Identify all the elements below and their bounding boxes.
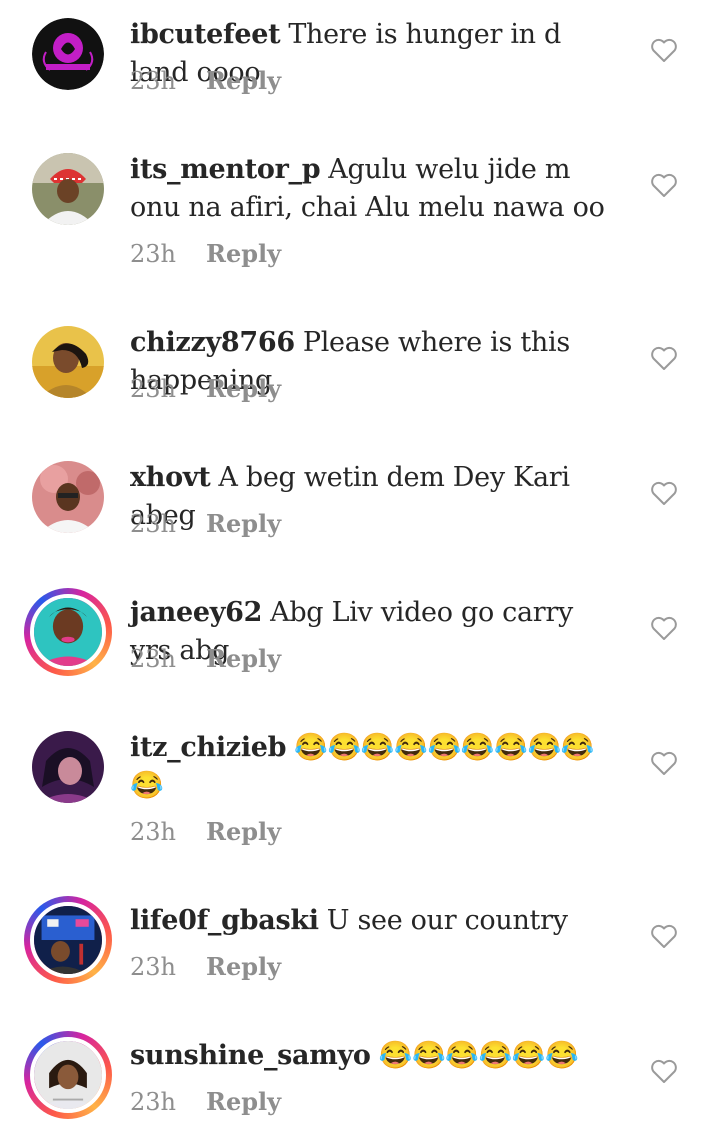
- comment-meta: 23h Reply: [130, 817, 281, 846]
- comment-meta: 23h Reply: [130, 239, 281, 268]
- comment-meta: 23h Reply: [130, 509, 281, 538]
- comment-meta: 23h Reply: [130, 374, 281, 403]
- comment-username[interactable]: itz_chizieb: [130, 732, 287, 763]
- reply-button[interactable]: Reply: [206, 817, 281, 846]
- heart-outline-icon[interactable]: [650, 37, 678, 63]
- comment-text-block: itz_chizieb 😂😂😂😂😂😂😂😂😂😂: [130, 729, 620, 805]
- reply-button[interactable]: Reply: [206, 952, 281, 981]
- avatar[interactable]: [32, 18, 104, 90]
- comment-meta: 23h Reply: [130, 1087, 281, 1116]
- heart-outline-icon[interactable]: [650, 172, 678, 198]
- comment-username[interactable]: life0f_gbaski: [130, 905, 319, 936]
- heart-outline-icon[interactable]: [650, 480, 678, 506]
- comment-username[interactable]: xhovt: [130, 462, 211, 493]
- heart-outline-icon[interactable]: [650, 615, 678, 641]
- comment-username[interactable]: janeey62: [130, 597, 262, 628]
- user-photo-avatar: [32, 461, 104, 533]
- reply-button[interactable]: Reply: [206, 374, 281, 403]
- brand-logo-avatar: [32, 18, 104, 90]
- comment-time: 23h: [130, 67, 176, 95]
- comment-meta: 23h Reply: [130, 66, 281, 95]
- comment-text-block: life0f_gbaski U see our country: [130, 902, 620, 940]
- reply-button[interactable]: Reply: [206, 509, 281, 538]
- user-photo-avatar: [30, 594, 106, 670]
- comment-username[interactable]: sunshine_samyo: [130, 1040, 371, 1071]
- user-photo-avatar: [32, 153, 104, 225]
- heart-outline-icon[interactable]: [650, 923, 678, 949]
- avatar[interactable]: [32, 461, 104, 533]
- heart-outline-icon[interactable]: [650, 750, 678, 776]
- comment-time: 23h: [130, 510, 176, 538]
- user-photo-avatar: [32, 326, 104, 398]
- comment-time: 23h: [130, 645, 176, 673]
- avatar-story-ring[interactable]: [24, 588, 112, 676]
- comment-time: 23h: [130, 1088, 176, 1116]
- comment-meta: 23h Reply: [130, 952, 281, 981]
- avatar[interactable]: [32, 153, 104, 225]
- comment-time: 23h: [130, 375, 176, 403]
- reply-button[interactable]: Reply: [206, 1087, 281, 1116]
- comment-text-block: sunshine_samyo 😂😂😂😂😂😂: [130, 1037, 620, 1075]
- comment-username[interactable]: ibcutefeet: [130, 19, 281, 50]
- avatar-story-ring[interactable]: [24, 896, 112, 984]
- comment-username[interactable]: its_mentor_p: [130, 154, 321, 185]
- reply-button[interactable]: Reply: [206, 66, 281, 95]
- comment-time: 23h: [130, 953, 176, 981]
- avatar-story-ring[interactable]: [24, 1031, 112, 1119]
- avatar[interactable]: [32, 731, 104, 803]
- avatar[interactable]: [32, 326, 104, 398]
- comment-username[interactable]: chizzy8766: [130, 327, 295, 358]
- reply-button[interactable]: Reply: [206, 644, 281, 673]
- comment-body: U see our country: [326, 905, 568, 936]
- comment-text-block: its_mentor_p Agulu welu jide m onu na afi…: [130, 151, 620, 227]
- user-photo-avatar: [32, 731, 104, 803]
- user-photo-avatar: [30, 1037, 106, 1113]
- heart-outline-icon[interactable]: [650, 1058, 678, 1084]
- comment-time: 23h: [130, 818, 176, 846]
- heart-outline-icon[interactable]: [650, 345, 678, 371]
- user-photo-avatar: [30, 902, 106, 978]
- reply-button[interactable]: Reply: [206, 239, 281, 268]
- comment-body: 😂😂😂😂😂😂: [378, 1040, 579, 1071]
- comment-time: 23h: [130, 240, 176, 268]
- comment-meta: 23h Reply: [130, 644, 281, 673]
